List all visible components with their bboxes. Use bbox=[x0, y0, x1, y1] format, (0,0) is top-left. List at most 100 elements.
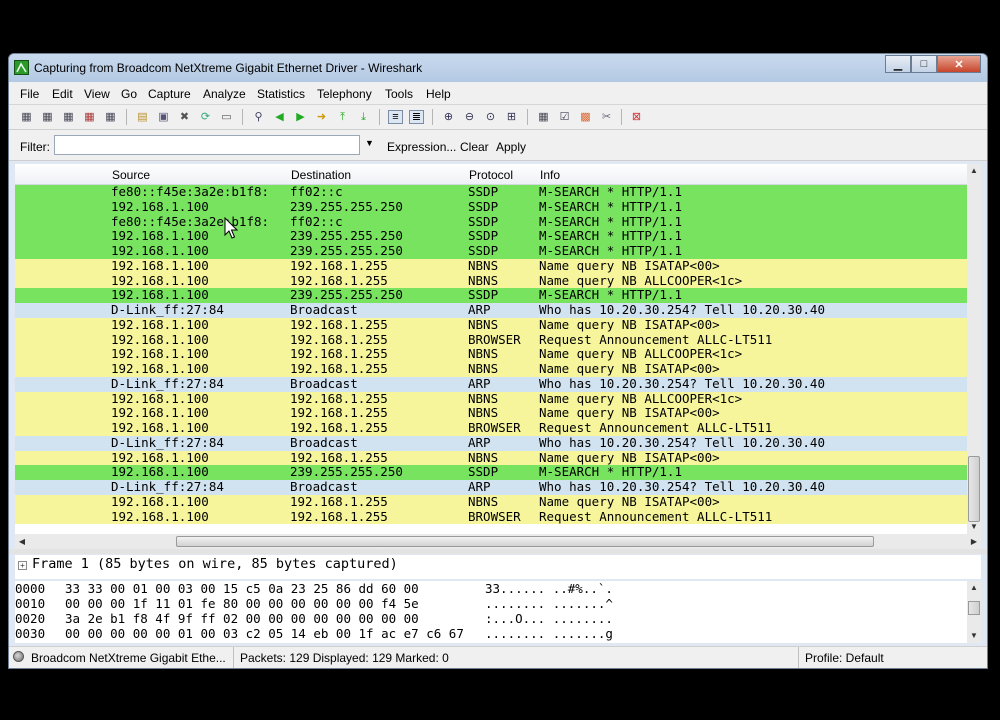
packet-source: 192.168.1.100 bbox=[111, 257, 209, 273]
start-icon[interactable]: ▦ bbox=[61, 110, 76, 124]
colorize-icon[interactable]: ≡ bbox=[388, 110, 403, 124]
menu-go[interactable]: Go bbox=[121, 87, 137, 101]
close-file-icon[interactable]: ✖ bbox=[177, 110, 192, 124]
help-icon[interactable]: ⊠ bbox=[629, 110, 644, 124]
scroll-left-icon[interactable]: ◀ bbox=[15, 534, 29, 549]
options-icon[interactable]: ▦ bbox=[40, 110, 55, 124]
scroll-up-icon[interactable]: ▲ bbox=[967, 581, 981, 595]
find-icon[interactable]: ⚲ bbox=[251, 110, 266, 124]
packet-protocol: SSDP bbox=[468, 198, 499, 214]
menu-statistics[interactable]: Statistics bbox=[257, 87, 305, 101]
back-icon[interactable]: ◀ bbox=[272, 110, 287, 124]
interfaces-icon[interactable]: ▦ bbox=[19, 110, 34, 124]
restart-icon[interactable]: ▦ bbox=[103, 110, 118, 124]
packet-row[interactable]: 192.168.1.100 239.255.255.250 SSDP M-SEARCH… bbox=[15, 198, 967, 215]
open-icon[interactable]: ▤ bbox=[135, 110, 150, 124]
byte-offset: 0030 bbox=[15, 626, 46, 641]
packet-details: + Frame 1 (85 bytes on wire, 85 bytes ca… bbox=[15, 555, 981, 579]
scroll-down-icon[interactable]: ▼ bbox=[967, 520, 981, 534]
menu-file[interactable]: File bbox=[20, 87, 39, 101]
frame-detail-line[interactable]: Frame 1 (85 bytes on wire, 85 bytes capt… bbox=[32, 556, 398, 572]
packet-row[interactable]: 192.168.1.100 192.168.1.255 BROWSER Request… bbox=[15, 332, 967, 348]
column-info[interactable]: Info bbox=[540, 168, 560, 182]
print-icon[interactable]: ▭ bbox=[219, 110, 234, 124]
packet-destination: 192.168.1.255 bbox=[290, 449, 388, 465]
packet-list-scrollbar[interactable]: ▲ ▼ bbox=[967, 164, 981, 534]
close-button[interactable]: ✕ bbox=[937, 55, 981, 73]
expand-icon[interactable]: + bbox=[18, 561, 27, 570]
packet-row[interactable]: 192.168.1.100 192.168.1.255 BROWSER Request… bbox=[15, 420, 967, 436]
packet-source: 192.168.1.100 bbox=[111, 493, 209, 509]
clear-button[interactable]: Clear bbox=[460, 140, 489, 154]
packet-source: 192.168.1.100 bbox=[111, 405, 209, 421]
packet-row[interactable]: D-Link_ff:27:84 Broadcast ARP Who has 10.20… bbox=[15, 479, 967, 495]
packet-row[interactable]: D-Link_ff:27:84 Broadcast ARP Who has 10.20… bbox=[15, 435, 967, 451]
menu-analyze[interactable]: Analyze bbox=[203, 87, 246, 101]
display-filters-icon[interactable]: ☑ bbox=[557, 110, 572, 124]
forward-icon[interactable]: ▶ bbox=[293, 110, 308, 124]
bytes-scrollbar[interactable]: ▲ ▼ bbox=[967, 581, 981, 643]
packet-row[interactable]: D-Link_ff:27:84 Broadcast ARP Who has 10.20… bbox=[15, 302, 967, 318]
scroll-up-icon[interactable]: ▲ bbox=[967, 164, 981, 178]
packet-row[interactable]: 192.168.1.100 239.255.255.250 SSDP M-SEARCH… bbox=[15, 464, 967, 480]
menu-capture[interactable]: Capture bbox=[148, 87, 191, 101]
reload-icon[interactable]: ⟳ bbox=[198, 110, 213, 124]
packet-row[interactable]: 192.168.1.100 239.255.255.250 SSDP M-SEARCH… bbox=[15, 243, 967, 259]
column-destination[interactable]: Destination bbox=[291, 168, 351, 182]
packet-row[interactable]: 192.168.1.100 192.168.1.255 NBNS Name query… bbox=[15, 493, 967, 510]
packet-row[interactable]: 192.168.1.100 192.168.1.255 NBNS Name query… bbox=[15, 405, 967, 421]
scrollbar-thumb[interactable] bbox=[968, 601, 980, 615]
packet-row[interactable]: 192.168.1.100 239.255.255.250 SSDP M-SEARCH… bbox=[15, 228, 967, 244]
packet-row[interactable]: 192.168.1.100 192.168.1.255 NBNS Name query… bbox=[15, 317, 967, 333]
column-protocol[interactable]: Protocol bbox=[469, 168, 513, 182]
filter-dropdown-icon[interactable]: ▼ bbox=[365, 138, 374, 148]
packet-protocol: ARP bbox=[468, 479, 491, 494]
packet-row[interactable]: 192.168.1.100 192.168.1.255 NBNS Name query… bbox=[15, 361, 967, 377]
minimize-button[interactable]: ▁ bbox=[885, 55, 911, 73]
scroll-down-icon[interactable]: ▼ bbox=[967, 629, 981, 643]
last-icon[interactable]: ⤓ bbox=[356, 110, 371, 124]
packet-row[interactable]: 192.168.1.100 239.255.255.250 SSDP M-SEARCH… bbox=[15, 287, 967, 303]
packet-protocol: SSDP bbox=[468, 213, 499, 229]
coloring-rules-icon[interactable]: ▩ bbox=[578, 110, 593, 124]
scroll-right-icon[interactable]: ▶ bbox=[967, 534, 981, 549]
packet-row[interactable]: fe80::f45e:3a2e:b1f8: ff02::c SSDP M-SEARCH… bbox=[15, 184, 967, 200]
save-icon[interactable]: ▣ bbox=[156, 110, 171, 124]
menu-telephony[interactable]: Telephony bbox=[317, 87, 372, 101]
autoscroll-icon[interactable]: ≣ bbox=[409, 110, 424, 124]
preferences-icon[interactable]: ✂ bbox=[599, 110, 614, 124]
packet-row[interactable]: 192.168.1.100 192.168.1.255 NBNS Name query… bbox=[15, 391, 967, 407]
menu-edit[interactable]: Edit bbox=[52, 87, 73, 101]
expression-button[interactable]: Expression... bbox=[387, 140, 456, 154]
column-source[interactable]: Source bbox=[112, 168, 150, 182]
packet-row[interactable]: 192.168.1.100 192.168.1.255 NBNS Name query… bbox=[15, 449, 967, 466]
first-icon[interactable]: ⤒ bbox=[335, 110, 350, 124]
packet-row[interactable]: D-Link_ff:27:84 Broadcast ARP Who has 10.20… bbox=[15, 376, 967, 392]
menu-view[interactable]: View bbox=[84, 87, 110, 101]
hscroll-thumb[interactable] bbox=[176, 536, 874, 547]
zoom-out-icon[interactable]: ⊖ bbox=[462, 110, 477, 124]
horizontal-scrollbar[interactable]: ◀ ▶ bbox=[15, 534, 981, 549]
go-to-icon[interactable]: ➜ bbox=[314, 110, 329, 124]
packet-row[interactable]: 192.168.1.100 192.168.1.255 NBNS Name query… bbox=[15, 273, 967, 289]
zoom-in-icon[interactable]: ⊕ bbox=[441, 110, 456, 124]
capture-filters-icon[interactable]: ▦ bbox=[536, 110, 551, 124]
packet-source: 192.168.1.100 bbox=[111, 228, 209, 244]
status-profile[interactable]: Profile: Default bbox=[805, 651, 884, 665]
packet-row[interactable]: 192.168.1.100 192.168.1.255 NBNS Name query… bbox=[15, 257, 967, 274]
scrollbar-thumb[interactable] bbox=[968, 456, 980, 522]
stop-icon[interactable]: ▦ bbox=[82, 110, 97, 124]
byte-hex: 33 33 00 01 00 03 00 15 c5 0a 23 25 86 d… bbox=[65, 581, 419, 596]
filter-input[interactable] bbox=[54, 135, 360, 155]
packet-row[interactable]: 192.168.1.100 192.168.1.255 BROWSER Request… bbox=[15, 509, 967, 525]
normal-size-icon[interactable]: ⊙ bbox=[483, 110, 498, 124]
resize-columns-icon[interactable]: ⊞ bbox=[504, 110, 519, 124]
maximize-button[interactable]: □ bbox=[911, 55, 937, 73]
pane-splitter[interactable] bbox=[9, 549, 987, 554]
packet-source: 192.168.1.100 bbox=[111, 449, 209, 465]
menu-help[interactable]: Help bbox=[426, 87, 451, 101]
apply-button[interactable]: Apply bbox=[496, 140, 526, 154]
packet-row[interactable]: fe80::f45e:3a2e:b1f8: ff02::c SSDP M-SEARCH… bbox=[15, 213, 967, 230]
menu-tools[interactable]: Tools bbox=[385, 87, 413, 101]
packet-row[interactable]: 192.168.1.100 192.168.1.255 NBNS Name query… bbox=[15, 346, 967, 362]
